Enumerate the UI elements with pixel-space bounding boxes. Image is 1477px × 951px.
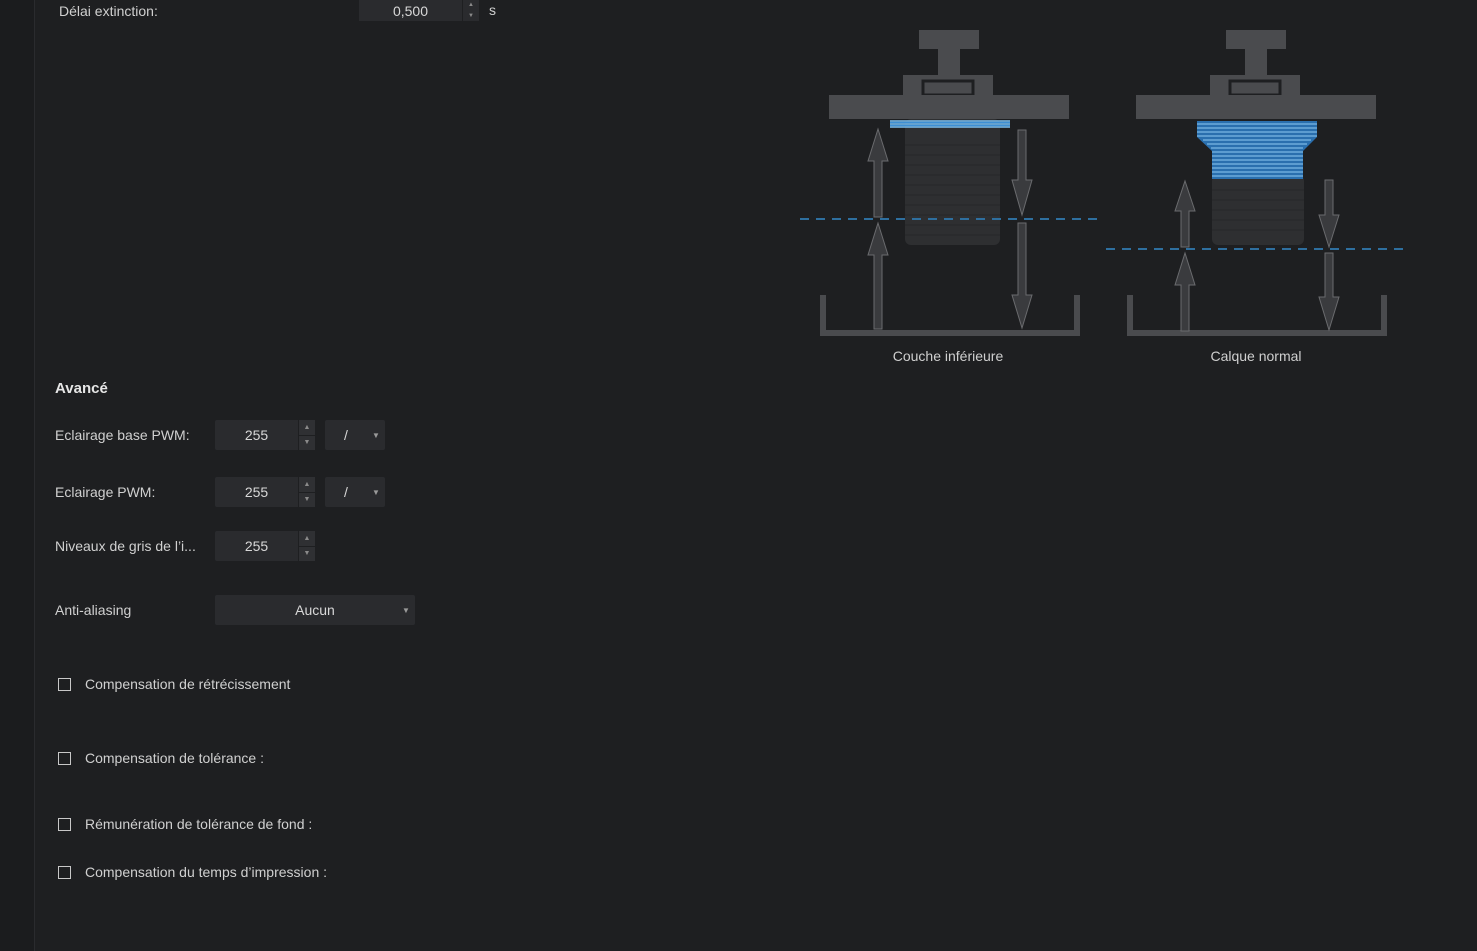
bottom-tolerance-row[interactable]: Rémunération de tolérance de fond :	[58, 816, 312, 832]
greyscale-label: Niveaux de gris de l’i...	[55, 538, 196, 554]
anti-aliasing-label: Anti-aliasing	[55, 602, 132, 618]
greyscale-value: 255	[244, 538, 269, 554]
chevron-up-icon[interactable]: ▲	[299, 477, 315, 492]
pwm-value: 255	[244, 484, 269, 500]
bottom-tolerance-checkbox[interactable]	[58, 817, 71, 831]
off-delay-input[interactable]: 0,500 ▲ ▼	[359, 0, 479, 21]
anti-aliasing-select[interactable]: Aucun ▼	[215, 595, 415, 625]
chevron-up-icon[interactable]: ▲	[299, 420, 315, 435]
base-pwm-stepper[interactable]: ▲ ▼	[298, 420, 315, 450]
base-pwm-value: 255	[244, 427, 269, 443]
chevron-up-icon[interactable]: ▲	[463, 0, 479, 11]
tolerance-compensation-checkbox[interactable]	[58, 751, 71, 765]
pwm-label: Eclairage PWM:	[55, 484, 156, 500]
pwm-unit-select[interactable]: / ▼	[325, 477, 385, 507]
shrink-compensation-row[interactable]: Compensation de rétrécissement	[58, 676, 290, 692]
base-pwm-unit: /	[344, 427, 348, 443]
base-pwm-unit-select[interactable]: / ▼	[325, 420, 385, 450]
off-delay-unit: s	[489, 2, 496, 18]
off-delay-label: Délai extinction:	[59, 3, 158, 19]
print-time-compensation-label: Compensation du temps d’impression :	[85, 864, 328, 880]
chevron-down-icon[interactable]: ▼	[463, 11, 479, 22]
bottom-layer-illustration	[800, 30, 1100, 336]
base-pwm-label: Eclairage base PWM:	[55, 427, 190, 443]
chevron-down-icon[interactable]: ▼	[299, 434, 315, 451]
chevron-down-icon: ▼	[372, 487, 380, 497]
shrink-compensation-label: Compensation de rétrécissement	[85, 676, 291, 692]
tolerance-compensation-row[interactable]: Compensation de tolérance :	[58, 750, 264, 766]
bottom-tolerance-label: Rémunération de tolérance de fond :	[85, 816, 313, 832]
normal-layer-illustration	[1106, 30, 1406, 336]
anti-aliasing-value: Aucun	[295, 602, 335, 618]
lift-diagram	[800, 30, 1406, 336]
print-time-compensation-checkbox[interactable]	[58, 865, 71, 879]
chevron-down-icon[interactable]: ▼	[299, 491, 315, 508]
pwm-unit: /	[344, 484, 348, 500]
bottom-layer-caption: Couche inférieure	[892, 348, 1004, 364]
left-gutter	[0, 0, 35, 951]
advanced-section-title: Avancé	[55, 380, 108, 397]
greyscale-input[interactable]: 255 ▲ ▼	[215, 531, 315, 561]
chevron-down-icon[interactable]: ▼	[299, 545, 315, 562]
chevron-down-icon: ▼	[372, 430, 380, 440]
off-delay-stepper[interactable]: ▲ ▼	[462, 0, 479, 21]
chevron-down-icon: ▼	[402, 605, 410, 615]
base-pwm-input[interactable]: 255 ▲ ▼	[215, 420, 315, 450]
normal-layer-caption: Calque normal	[1210, 348, 1302, 364]
pwm-input[interactable]: 255 ▲ ▼	[215, 477, 315, 507]
off-delay-value: 0,500	[392, 2, 429, 19]
tolerance-compensation-label: Compensation de tolérance :	[85, 750, 264, 766]
pwm-stepper[interactable]: ▲ ▼	[298, 477, 315, 507]
chevron-up-icon[interactable]: ▲	[299, 531, 315, 546]
print-time-compensation-row[interactable]: Compensation du temps d’impression :	[58, 864, 327, 880]
greyscale-stepper[interactable]: ▲ ▼	[298, 531, 315, 561]
shrink-compensation-checkbox[interactable]	[58, 677, 71, 691]
